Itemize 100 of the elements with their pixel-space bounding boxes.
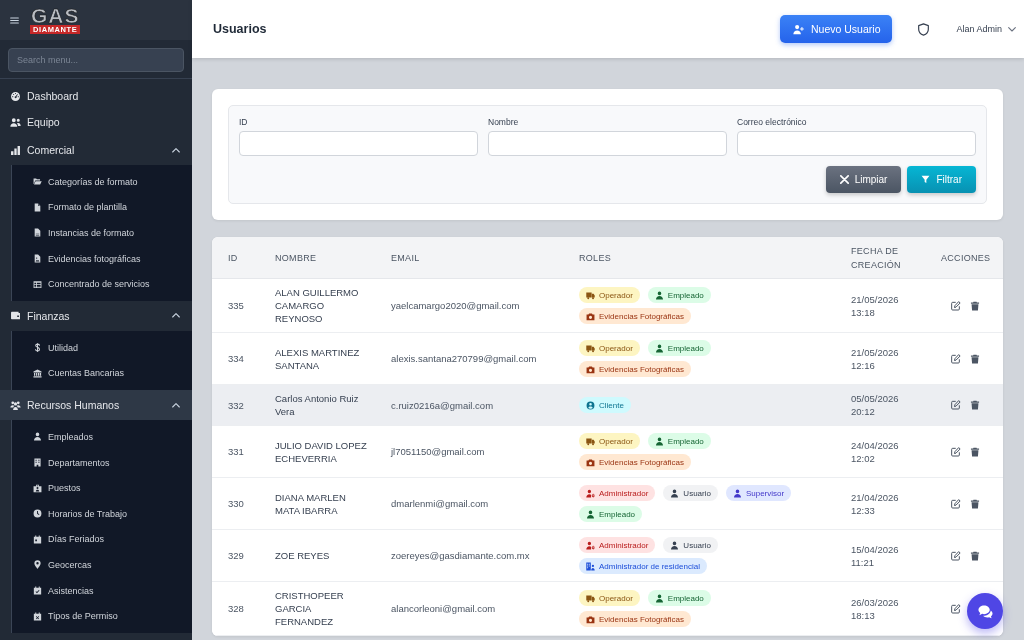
user-email: zoereyes@gasdiamante.com.mx — [391, 550, 530, 561]
role-label: Operador — [599, 435, 633, 448]
nav-item[interactable]: Comercial — [0, 135, 192, 165]
close-icon — [839, 175, 849, 184]
submenu-item[interactable]: Tipos de Permiso — [12, 603, 192, 629]
new-user-button[interactable]: Nuevo Usuario — [780, 15, 893, 43]
nav-item[interactable]: Dashboard — [0, 83, 192, 109]
role-label: Evidencias Fotográficas — [599, 613, 684, 626]
edit-icon[interactable] — [951, 498, 961, 509]
chevron-down-icon — [1008, 26, 1016, 32]
submenu-item[interactable]: Geocercas — [12, 552, 192, 578]
user-email: c.ruiz0216a@gmail.com — [391, 399, 494, 411]
submenu-item[interactable]: Días Feriados — [12, 526, 192, 553]
role-label: Supervisor — [745, 487, 785, 500]
user-plus-icon — [792, 23, 805, 35]
wallet-icon — [10, 310, 21, 322]
user-name: ALEXIS MARTINEZ SANTANA — [275, 345, 361, 372]
submenu-item[interactable]: Evidencias fotográficas — [12, 245, 192, 272]
edit-icon[interactable] — [951, 550, 961, 561]
briefcase-icon — [32, 483, 42, 493]
edit-icon[interactable] — [951, 603, 961, 614]
submenu-item[interactable]: Asistencias — [12, 577, 192, 604]
nav-item[interactable]: Finanzas — [0, 300, 192, 331]
chevron-up-icon[interactable] — [172, 402, 180, 408]
role-label: Cliente — [599, 399, 624, 412]
person-icon — [654, 290, 664, 300]
edit-icon[interactable] — [951, 446, 961, 457]
user-email: yaelcamargo2020@gmail.com — [391, 300, 520, 311]
trash-icon[interactable] — [970, 550, 980, 561]
calendar-check-icon — [32, 586, 42, 595]
file-icon — [32, 202, 42, 212]
user-id: 335 — [228, 300, 244, 311]
map-pin-icon — [32, 560, 42, 570]
filter-input[interactable] — [239, 131, 478, 156]
role-label: Evidencias Fotográficas — [599, 363, 684, 376]
chevron-up-icon[interactable] — [172, 313, 180, 319]
role-label: Usuario — [683, 539, 711, 552]
user-name: Carlos Antonio Ruiz Vera — [275, 392, 360, 418]
submenu-item[interactable]: Empleados — [12, 424, 192, 450]
clock-icon — [32, 509, 42, 519]
user-email: jl7051150@gmail.com — [391, 446, 485, 457]
person-icon — [670, 488, 680, 498]
clear-button[interactable]: Limpiar — [825, 166, 902, 193]
trash-icon[interactable] — [970, 400, 980, 410]
person-icon — [32, 432, 42, 442]
trash-icon[interactable] — [970, 300, 980, 311]
edit-icon[interactable] — [951, 400, 961, 410]
submenu-item[interactable]: Concentrado de servicios — [12, 271, 192, 297]
filter-input[interactable] — [737, 131, 976, 156]
edit-icon[interactable] — [951, 300, 961, 311]
submenu-item[interactable]: Cuentas Bancarias — [12, 360, 192, 387]
person-icon — [654, 593, 664, 603]
camera-icon — [586, 364, 595, 374]
submenu-item[interactable]: Puestos — [12, 475, 192, 501]
shield-icon[interactable] — [918, 22, 930, 36]
column-header: EMAIL — [391, 252, 420, 263]
document-icon — [32, 228, 42, 238]
user-name: ZOE REYES — [275, 549, 330, 562]
submenu-item[interactable]: Utilidad — [12, 334, 192, 361]
trash-icon[interactable] — [970, 353, 980, 364]
list-icon — [32, 279, 42, 289]
person-icon — [586, 509, 595, 519]
filter-input[interactable] — [488, 131, 727, 156]
user-gear-icon — [586, 540, 595, 550]
person-icon — [654, 436, 664, 446]
calendar-icon — [32, 534, 42, 544]
chevron-up-icon[interactable] — [172, 147, 180, 153]
user-id: 334 — [228, 353, 244, 364]
user-id: 330 — [228, 498, 244, 509]
nav-item[interactable]: Equipo — [0, 109, 192, 135]
person-icon — [654, 343, 664, 353]
person-icon — [670, 540, 680, 550]
gauge-icon — [10, 90, 21, 102]
submenu-item[interactable]: Formato de plantilla — [12, 194, 192, 221]
menu-search-field[interactable]: Search menu... — [8, 48, 184, 72]
camera-icon — [586, 614, 595, 624]
role-label: Operador — [599, 592, 633, 605]
filter-icon — [921, 175, 931, 184]
trash-icon[interactable] — [970, 498, 980, 509]
edit-icon[interactable] — [951, 353, 961, 364]
submenu-item[interactable]: Horarios de Trabajo — [12, 500, 192, 527]
submenu-item[interactable]: Instancias de formato — [12, 220, 192, 246]
role-label: Empleado — [667, 592, 704, 605]
bar-chart-icon — [10, 144, 21, 156]
user-email: dmarlenmi@gmail.com — [391, 498, 489, 509]
person-icon — [732, 488, 742, 498]
role-label: Evidencias Fotográficas — [599, 310, 684, 323]
bank-icon — [32, 368, 42, 378]
submenu-item[interactable]: Categorías de formato — [12, 169, 192, 195]
submenu-item[interactable]: Departamentos — [12, 449, 192, 476]
nav-item[interactable]: Recursos Humanos — [0, 390, 192, 421]
column-header: ID — [228, 252, 238, 263]
role-label: Empleado — [599, 508, 636, 521]
user-name: JULIO DAVID LOPEZ ECHEVERRIA — [275, 438, 368, 465]
trash-icon[interactable] — [970, 446, 980, 457]
image-file-icon — [32, 254, 42, 264]
menu-icon[interactable] — [10, 16, 19, 24]
user-menu-button[interactable]: Alan Admin — [956, 24, 1016, 34]
building-user-icon — [586, 561, 595, 571]
column-header: ACCIONES — [941, 252, 991, 263]
